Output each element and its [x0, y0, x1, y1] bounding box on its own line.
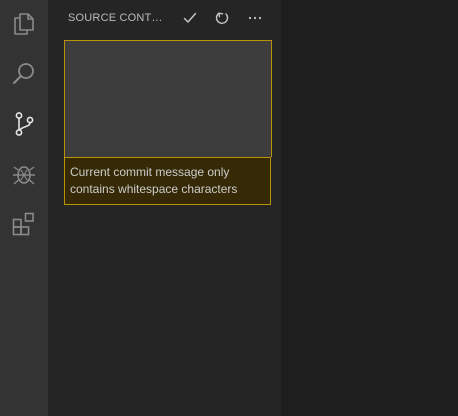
debug-icon — [13, 166, 35, 185]
commit-button[interactable] — [180, 8, 200, 28]
source-control-icon — [15, 112, 34, 136]
search-icon — [12, 63, 34, 85]
activity-debug[interactable] — [0, 150, 48, 198]
activity-explorer[interactable] — [0, 0, 48, 48]
commit-message-box — [64, 40, 272, 157]
vscode-window: SOURCE CONTROL Current commit message on… — [0, 0, 458, 416]
editor-area — [281, 0, 458, 416]
activity-extensions[interactable] — [0, 200, 48, 248]
source-control-panel: SOURCE CONTROL Current commit message on… — [48, 0, 281, 416]
activity-search[interactable] — [0, 50, 48, 98]
activity-bar — [0, 0, 48, 416]
panel-header: SOURCE CONTROL — [48, 0, 281, 35]
more-actions-button[interactable] — [245, 8, 265, 28]
extensions-icon — [12, 212, 34, 236]
more-icon — [248, 16, 262, 20]
activity-source-control[interactable] — [0, 100, 48, 148]
refresh-button[interactable] — [212, 8, 232, 28]
refresh-icon — [215, 12, 229, 24]
panel-title: SOURCE CONTROL — [68, 12, 168, 24]
commit-check-icon — [183, 12, 197, 23]
commit-validation-warning: Current commit message only contains whi… — [64, 157, 271, 205]
files-icon — [14, 13, 34, 35]
commit-message-input[interactable] — [65, 41, 271, 157]
